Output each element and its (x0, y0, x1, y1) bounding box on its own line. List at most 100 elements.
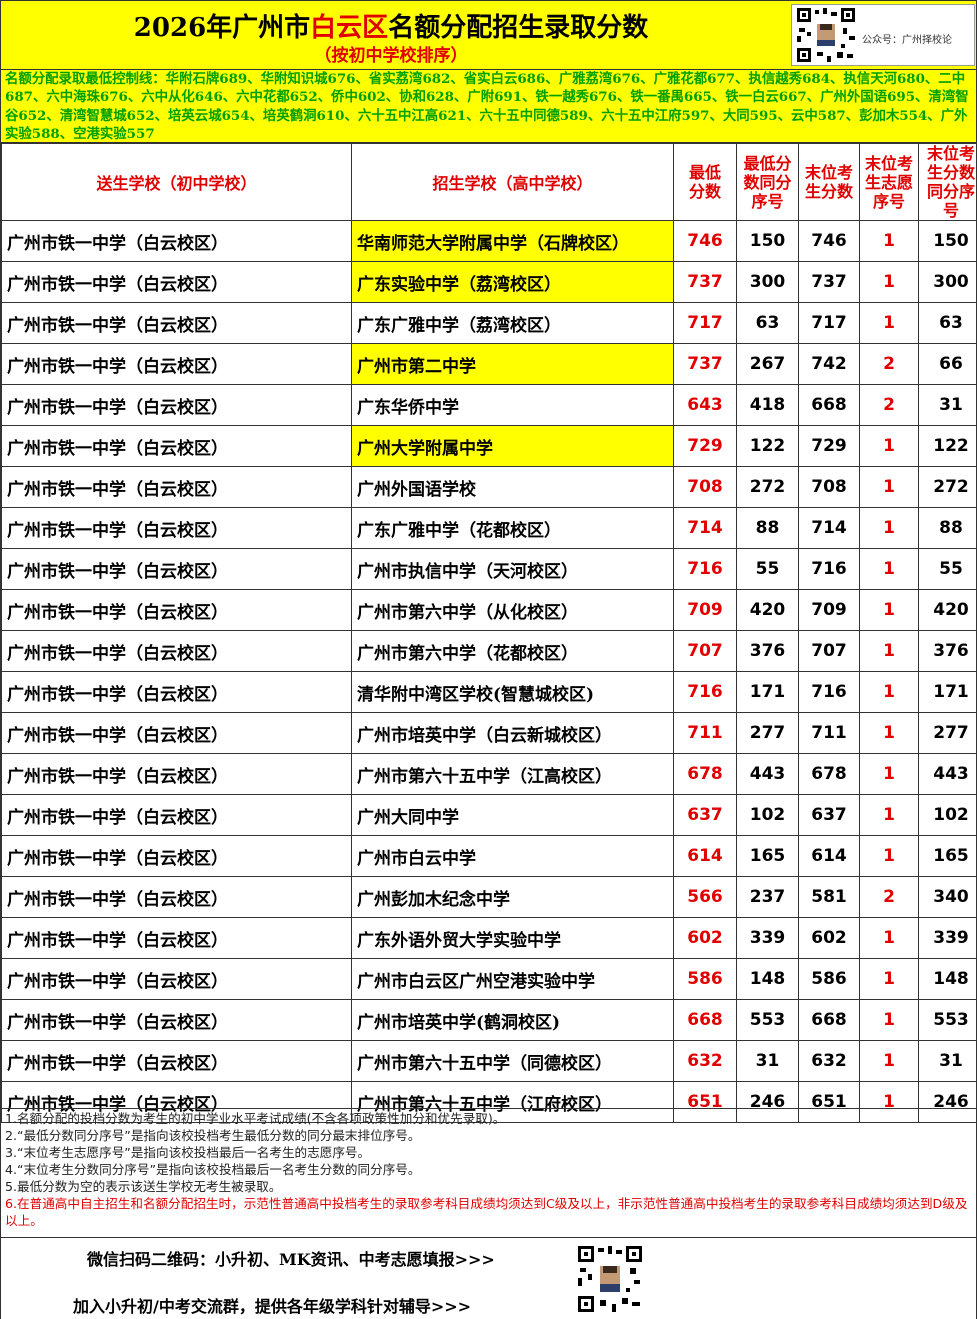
last-rank-cell: 122 (918, 425, 977, 467)
min-rank-cell: 443 (736, 753, 799, 795)
admission-table: 送生学校（初中学校） 招生学校（高中学校） 最低分数 最低分数同分序号 末位考生… (1, 143, 977, 1123)
table-row: 广州市铁一中学（白云校区） 广州市第二中学 737 267 742 2 66 (1, 343, 977, 385)
recv-school-cell: 广州市第六中学（从化校区） (351, 589, 674, 631)
last-vol-cell: 1 (859, 630, 919, 672)
send-school-cell: 广州市铁一中学（白云校区） (1, 220, 352, 262)
min-rank-cell: 339 (736, 917, 799, 959)
col-last-vol: 末位考生志愿序号 (859, 143, 919, 221)
last-vol-cell: 2 (859, 876, 919, 918)
page: 2026年广州市白云区名额分配招生录取分数 （按初中学校排序） 公众号：广州择校… (0, 0, 977, 1319)
note-1: 1.名额分配的投档分数为考生的初中学业水平考试成绩(不含各项政策性加分和优先录取… (5, 1111, 506, 1126)
send-school-cell: 广州市铁一中学（白云校区） (1, 425, 352, 467)
min-rank-cell: 272 (736, 466, 799, 508)
table-row: 广州市铁一中学（白云校区） 清华附中湾区学校(智慧城校区) 716 171 716 1 17… (1, 671, 977, 713)
min-score-cell: 729 (673, 425, 737, 467)
min-score-cell: 586 (673, 958, 737, 1000)
table-row: 广州市铁一中学（白云校区） 广州大学附属中学 729 122 729 1 122 (1, 425, 977, 467)
table-row: 广州市铁一中学（白云校区） 广州大同中学 637 102 637 1 102 (1, 794, 977, 836)
footer-line-1: 微信扫码二维码：小升初、MK资讯、中考志愿填报>>> (87, 1250, 495, 1269)
min-score-cell: 714 (673, 507, 737, 549)
recv-school-cell: 广州市白云区广州空港实验中学 (351, 958, 674, 1000)
send-school-cell: 广州市铁一中学（白云校区） (1, 958, 352, 1000)
notes-section: 1.名额分配的投档分数为考生的初中学业水平考试成绩(不含各项政策性加分和优先录取… (1, 1108, 976, 1236)
min-score-cell: 643 (673, 384, 737, 426)
min-score-cell: 709 (673, 589, 737, 631)
recv-school-cell: 广州大同中学 (351, 794, 674, 836)
last-score-cell: 602 (798, 917, 860, 959)
last-score-cell: 586 (798, 958, 860, 1000)
page-title: 2026年广州市白云区名额分配招生录取分数 (1, 7, 781, 44)
recv-school-cell: 广东实验中学（荔湾校区） (351, 261, 674, 303)
table-row: 广州市铁一中学（白云校区） 广州市第六中学（从化校区） 709 420 709 1 420 (1, 589, 977, 631)
min-rank-cell: 165 (736, 835, 799, 877)
send-school-cell: 广州市铁一中学（白云校区） (1, 753, 352, 795)
last-rank-cell: 340 (918, 876, 977, 918)
min-rank-cell: 267 (736, 343, 799, 385)
footer-qr-code-icon[interactable] (576, 1244, 644, 1314)
table-row: 广州市铁一中学（白云校区） 广东广雅中学（荔湾校区） 717 63 717 1 63 (1, 302, 977, 344)
last-score-cell: 708 (798, 466, 860, 508)
table-header-row: 送生学校（初中学校） 招生学校（高中学校） 最低分数 最低分数同分序号 末位考生… (1, 143, 977, 221)
send-school-cell: 广州市铁一中学（白云校区） (1, 712, 352, 754)
note-4: 4.“末位考生分数同分序号”是指向该校投档最后一名考生分数的同分序号。 (5, 1162, 421, 1177)
last-score-cell: 668 (798, 999, 860, 1041)
table-row: 广州市铁一中学（白云校区） 广东实验中学（荔湾校区） 737 300 737 1 300 (1, 261, 977, 303)
last-vol-cell: 1 (859, 425, 919, 467)
send-school-cell: 广州市铁一中学（白云校区） (1, 630, 352, 672)
recv-school-cell: 广州市第六中学（花都校区） (351, 630, 674, 672)
send-school-cell: 广州市铁一中学（白云校区） (1, 917, 352, 959)
footer-line-2: 加入小升初/中考交流群，提供各年级学科针对辅导>>> (73, 1297, 472, 1316)
min-score-cell: 668 (673, 999, 737, 1041)
send-school-cell: 广州市铁一中学（白云校区） (1, 589, 352, 631)
last-vol-cell: 2 (859, 343, 919, 385)
last-rank-cell: 171 (918, 671, 977, 713)
send-school-cell: 广州市铁一中学（白云校区） (1, 384, 352, 426)
last-vol-cell: 1 (859, 835, 919, 877)
table-row: 广州市铁一中学（白云校区） 广州市执信中学（天河校区） 716 55 716 1 55 (1, 548, 977, 590)
table-row: 广州市铁一中学（白云校区） 广州市培英中学（白云新城校区） 711 277 711 1 27… (1, 712, 977, 754)
last-rank-cell: 88 (918, 507, 977, 549)
qr-code-banner[interactable]: 公众号：广州择校论 (791, 4, 975, 66)
page-header: 2026年广州市白云区名额分配招生录取分数 （按初中学校排序） 公众号：广州择校… (1, 1, 976, 70)
min-rank-cell: 300 (736, 261, 799, 303)
last-score-cell: 709 (798, 589, 860, 631)
min-score-cell: 716 (673, 671, 737, 713)
last-score-cell: 707 (798, 630, 860, 672)
note-2: 2.“最低分数同分序号”是指向该校投档考生最低分数的同分最末排位序号。 (5, 1128, 421, 1143)
last-vol-cell: 1 (859, 712, 919, 754)
last-vol-cell: 1 (859, 671, 919, 713)
last-score-cell: 742 (798, 343, 860, 385)
footer: 微信扫码二维码：小升初、MK资讯、中考志愿填报>>> 加入小升初/中考交流群，提… (1, 1237, 976, 1319)
last-rank-cell: 443 (918, 753, 977, 795)
last-rank-cell: 63 (918, 302, 977, 344)
recv-school-cell: 广州市培英中学（白云新城校区） (351, 712, 674, 754)
note-6: 6.在普通高中自主招生和名额分配招生时，示范性普通高中投档考生的录取参考科目成绩… (5, 1196, 968, 1228)
recv-school-cell: 广州市培英中学(鹤洞校区) (351, 999, 674, 1041)
min-score-cell: 566 (673, 876, 737, 918)
last-rank-cell: 102 (918, 794, 977, 836)
table-row: 广州市铁一中学（白云校区） 广州彭加木纪念中学 566 237 581 2 340 (1, 876, 977, 918)
col-min-score: 最低分数 (673, 143, 737, 221)
table-row: 广州市铁一中学（白云校区） 广东华侨中学 643 418 668 2 31 (1, 384, 977, 426)
col-min-rank-label: 最低分数同分序号 (743, 153, 792, 211)
min-rank-cell: 148 (736, 958, 799, 1000)
send-school-cell: 广州市铁一中学（白云校区） (1, 261, 352, 303)
table-row: 广州市铁一中学（白云校区） 广东外语外贸大学实验中学 602 339 602 1 339 (1, 917, 977, 959)
table-row: 广州市铁一中学（白云校区） 广州市第六中学（花都校区） 707 376 707 1 376 (1, 630, 977, 672)
last-vol-cell: 1 (859, 794, 919, 836)
note-5: 5.最低分数为空的表示该送生学校无考生被录取。 (5, 1179, 282, 1194)
last-vol-cell: 2 (859, 384, 919, 426)
recv-school-cell: 广州外国语学校 (351, 466, 674, 508)
last-rank-cell: 31 (918, 384, 977, 426)
min-rank-cell: 88 (736, 507, 799, 549)
col-last-rank-label: 末位考生分数同分序号 (926, 144, 975, 220)
last-vol-cell: 1 (859, 220, 919, 262)
col-recv-school: 招生学校（高中学校） (351, 143, 674, 221)
send-school-cell: 广州市铁一中学（白云校区） (1, 1040, 352, 1082)
col-send-school: 送生学校（初中学校） (1, 143, 352, 221)
min-rank-cell: 31 (736, 1040, 799, 1082)
send-school-cell: 广州市铁一中学（白云校区） (1, 794, 352, 836)
last-vol-cell: 1 (859, 548, 919, 590)
last-rank-cell: 272 (918, 466, 977, 508)
send-school-cell: 广州市铁一中学（白云校区） (1, 999, 352, 1041)
